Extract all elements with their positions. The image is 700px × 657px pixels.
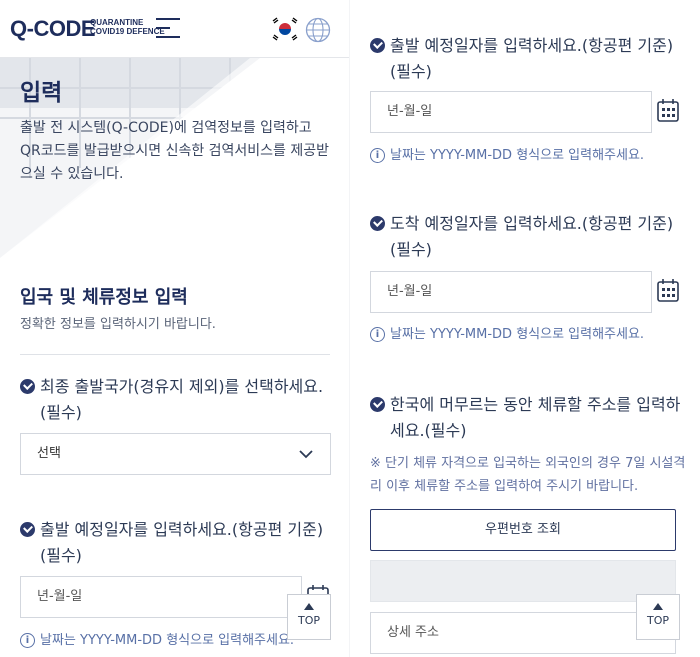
app-header: Q-CODE QUARANTINE COVID19 DEFENCE [0,0,350,58]
departure-date-placeholder: 년-월-일 [37,589,83,604]
section-subtitle: 정확한 정보를 입력하시기 바랍니다. [20,317,216,332]
address-question: 한국에 머무르는 동안 체류할 주소를 입력하세요.(필수) [370,392,686,444]
chevron-down-icon [299,450,313,459]
section-divider [20,354,330,355]
departure-date-question: 출발 예정일자를 입력하세요.(항공편 기준) (필수) [20,517,332,569]
departure-country-value: 선택 [37,446,61,461]
page-description: 출발 전 시스템(Q-CODE)에 검역정보를 입력하고 QR코드를 발급받으시… [20,120,330,182]
arrow-up-icon [304,603,314,610]
page-title: 입력 [20,80,63,106]
departure-date-placeholder-right: 년-월-일 [387,104,433,119]
check-circle-icon [20,379,35,394]
calendar-icon[interactable] [657,98,679,122]
departure-date-question-right: 출발 예정일자를 입력하세요.(항공편 기준) (필수) [370,33,682,85]
departure-date-hint: i 날짜는 YYYY-MM-DD 형식으로 입력해주세요. [20,632,330,650]
scroll-top-label: TOP [297,614,320,627]
departure-date-input-right[interactable]: 년-월-일 [370,91,652,133]
departure-date-label-right: 출발 예정일자를 입력하세요.(항공편 기준) (필수) [390,36,674,81]
detail-address-placeholder: 상세 주소 [387,625,439,640]
arrival-date-question: 도착 예정일자를 입력하세요.(항공편 기준) (필수) [370,211,682,263]
address-label: 한국에 머무르는 동안 체류할 주소를 입력하세요.(필수) [390,395,681,440]
check-circle-icon [370,216,385,231]
globe-icon[interactable] [305,17,331,43]
qcode-logo[interactable]: Q-CODE [10,16,96,42]
departure-country-question: 최종 출발국가(경유지 제외)를 선택하세요.(필수) [20,374,330,426]
hamburger-menu-icon[interactable] [156,18,180,38]
calendar-icon[interactable] [657,278,679,302]
departure-country-select[interactable]: 선택 [20,433,331,475]
info-icon: i [370,327,385,342]
korea-flag-icon[interactable] [272,17,298,41]
section-title: 입국 및 체류정보 입력 [20,287,188,308]
departure-country-label: 최종 출발국가(경유지 제외)를 선택하세요.(필수) [40,377,324,422]
logo-subtitle-line1: QUARANTINE [90,18,144,27]
postcode-result-field [370,560,676,602]
detail-address-input[interactable]: 상세 주소 [370,612,676,654]
departure-date-hint-text: 날짜는 YYYY-MM-DD 형식으로 입력해주세요. [40,633,295,648]
logo-subtitle: QUARANTINE COVID19 DEFENCE [90,18,165,36]
departure-date-input[interactable]: 년-월-일 [20,576,302,618]
arrival-date-placeholder: 년-월-일 [387,284,433,299]
logo-subtitle-line2: COVID19 DEFENCE [90,27,165,36]
check-circle-icon [370,397,385,412]
departure-date-label: 출발 예정일자를 입력하세요.(항공편 기준) (필수) [40,520,324,565]
right-panel: 출발 예정일자를 입력하세요.(항공편 기준) (필수) 년-월-일 i 날짜는… [350,0,700,657]
arrival-date-hint-text: 날짜는 YYYY-MM-DD 형식으로 입력해주세요. [390,327,645,342]
address-notice: ※ 단기 체류 자격으로 입국하는 외국인의 경우 7일 시설격리 이후 체류할… [370,456,686,494]
arrival-date-label: 도착 예정일자를 입력하세요.(항공편 기준) (필수) [390,214,674,259]
check-circle-icon [370,38,385,53]
postcode-search-button[interactable]: 우편번호 조회 [370,509,676,551]
departure-date-hint-text-right: 날짜는 YYYY-MM-DD 형식으로 입력해주세요. [390,148,645,163]
scroll-top-button-right[interactable]: TOP [636,594,680,640]
arrow-up-icon [653,603,663,610]
check-circle-icon [20,522,35,537]
arrival-date-input[interactable]: 년-월-일 [370,271,652,313]
scroll-top-button[interactable]: TOP [287,594,331,640]
departure-date-hint-right: i 날짜는 YYYY-MM-DD 형식으로 입력해주세요. [370,147,682,165]
left-panel: Q-CODE QUARANTINE COVID19 DEFENCE 입력 출발 … [0,0,350,657]
scroll-top-label-right: TOP [646,614,669,627]
info-icon: i [20,633,35,648]
info-icon: i [370,148,385,163]
arrival-date-hint: i 날짜는 YYYY-MM-DD 형식으로 입력해주세요. [370,326,682,344]
